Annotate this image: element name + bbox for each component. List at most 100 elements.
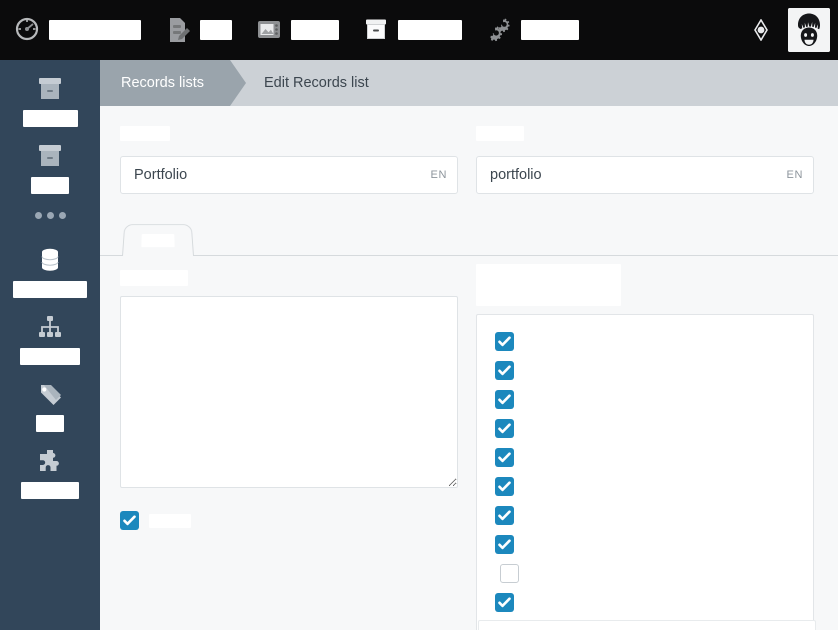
sidebar-item-records[interactable] — [0, 231, 100, 298]
breadcrumb: Records lists Edit Records list — [100, 60, 838, 106]
breadcrumb-item-records-lists[interactable]: Records lists — [100, 60, 246, 106]
slug-field-group: portfolio EN — [476, 126, 814, 194]
option-checkbox-3[interactable] — [495, 390, 514, 409]
nav-item-settings[interactable] — [472, 0, 589, 60]
sidebar-item-archive-2-label — [31, 177, 69, 194]
check-icon — [498, 394, 511, 405]
option-checkbox-9[interactable] — [500, 564, 519, 583]
gears-icon — [486, 16, 512, 44]
option-label-1 — [524, 335, 602, 348]
check-icon — [123, 515, 136, 526]
option-checkbox-2[interactable] — [495, 361, 514, 380]
sitemap-icon — [35, 312, 65, 342]
option-checkbox-8[interactable] — [495, 535, 514, 554]
description-panel — [120, 256, 458, 630]
nav-item-dashboard[interactable] — [0, 0, 151, 60]
title-input[interactable]: Portfolio EN — [120, 156, 458, 194]
nav-item-media-label — [291, 20, 339, 40]
check-icon — [498, 539, 511, 550]
option-checkbox-7[interactable] — [495, 506, 514, 525]
nav-item-media[interactable] — [242, 0, 349, 60]
sidebar-item-archive-1[interactable] — [0, 60, 100, 127]
list-item[interactable] — [495, 588, 813, 617]
move-diamond-icon[interactable] — [750, 18, 772, 42]
title-input-value: Portfolio — [134, 167, 188, 183]
list-item[interactable] — [495, 385, 813, 414]
top-navigation-bar — [0, 0, 838, 60]
speedometer-icon — [14, 16, 40, 44]
avatar[interactable] — [788, 8, 830, 52]
description-option-row[interactable] — [120, 511, 458, 530]
option-checkbox-10[interactable] — [495, 593, 514, 612]
check-icon — [498, 365, 511, 376]
sidebar-item-records-label — [13, 281, 87, 298]
option-checkbox-1[interactable] — [495, 332, 514, 351]
check-icon — [498, 452, 511, 463]
tab-strip — [100, 214, 838, 256]
sidebar-item-tags[interactable] — [0, 365, 100, 432]
slug-field-label — [476, 126, 524, 141]
list-item[interactable] — [495, 356, 813, 385]
slug-input-value: portfolio — [490, 167, 542, 183]
list-item[interactable] — [495, 559, 813, 588]
nav-item-dashboard-label — [49, 20, 141, 40]
check-icon — [498, 597, 511, 608]
list-item[interactable] — [495, 443, 813, 472]
tab-strip-divider — [100, 255, 838, 256]
tab-general-label — [141, 233, 175, 247]
title-field-group: Portfolio EN — [120, 126, 458, 194]
list-item[interactable] — [495, 472, 813, 501]
sidebar — [0, 60, 100, 630]
title-input-language: EN — [430, 169, 447, 181]
breadcrumb-item-records-lists-label: Records lists — [121, 75, 204, 91]
option-checkbox-4[interactable] — [495, 419, 514, 438]
ellipsis-icon — [58, 212, 66, 219]
list-item[interactable] — [495, 501, 813, 530]
sidebar-item-tags-label — [36, 415, 64, 432]
ellipsis-icon — [46, 212, 54, 219]
nav-item-pages[interactable] — [151, 0, 242, 60]
sidebar-item-more[interactable] — [0, 194, 100, 231]
breadcrumb-item-edit-records-list[interactable]: Edit Records list — [230, 60, 369, 106]
options-checkbox-list — [476, 314, 814, 630]
description-option-label — [149, 513, 191, 528]
options-panel-label — [476, 264, 621, 306]
sidebar-item-archive-2[interactable] — [0, 127, 100, 194]
options-panel-footer — [478, 620, 816, 630]
title-field-label — [120, 126, 170, 141]
main-content: Portfolio EN portfolio EN — [100, 106, 838, 630]
puzzle-piece-icon — [35, 446, 65, 476]
tab-general[interactable] — [122, 224, 194, 256]
user-avatar-icon — [788, 8, 830, 52]
nav-item-archive[interactable] — [349, 0, 472, 60]
tags-icon — [35, 379, 65, 409]
slug-input-language: EN — [786, 169, 803, 181]
page-edit-icon — [165, 16, 191, 44]
breadcrumb-item-edit-records-list-label: Edit Records list — [264, 75, 369, 91]
field-row: Portfolio EN portfolio EN — [100, 106, 838, 194]
check-icon — [498, 481, 511, 492]
option-checkbox-5[interactable] — [495, 448, 514, 467]
option-checkbox-6[interactable] — [495, 477, 514, 496]
nav-item-archive-label — [398, 20, 462, 40]
list-item[interactable] — [495, 530, 813, 559]
description-textarea[interactable] — [120, 296, 458, 488]
nav-item-settings-label — [521, 20, 579, 40]
sidebar-item-extensions-label — [21, 482, 79, 499]
archive-box-icon — [363, 16, 389, 44]
check-icon — [498, 510, 511, 521]
app-root: Records lists Edit Records list Portfoli… — [0, 0, 838, 630]
sidebar-item-extensions[interactable] — [0, 432, 100, 499]
description-option-checkbox[interactable] — [120, 511, 139, 530]
archive-box-icon — [35, 74, 65, 104]
list-item[interactable] — [495, 414, 813, 443]
check-icon — [498, 336, 511, 347]
list-item[interactable] — [495, 327, 813, 356]
sidebar-item-structure[interactable] — [0, 298, 100, 365]
panel-row — [100, 256, 838, 630]
sidebar-item-structure-label — [20, 348, 80, 365]
description-label — [120, 270, 188, 286]
ellipsis-icon — [34, 212, 42, 219]
nav-item-pages-label — [200, 20, 232, 40]
slug-input[interactable]: portfolio EN — [476, 156, 814, 194]
